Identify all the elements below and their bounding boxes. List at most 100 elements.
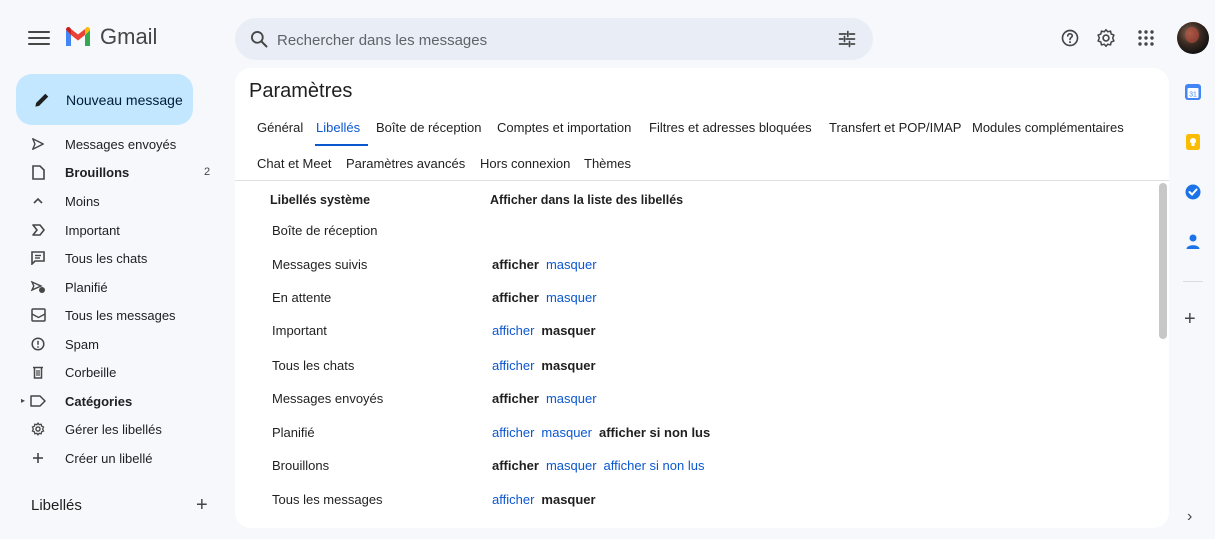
visibility-option-afficher: afficher — [492, 458, 539, 473]
search-input[interactable] — [275, 18, 819, 62]
spam-icon — [30, 336, 46, 352]
settings-tab-5[interactable]: Transfert et POP/IMAP — [829, 120, 961, 135]
keep-icon[interactable] — [1184, 133, 1202, 151]
system-label-name: Messages envoyés — [272, 391, 384, 406]
contacts-icon[interactable] — [1184, 233, 1202, 251]
sidebar-item-10[interactable]: Gérer les libellés — [0, 415, 232, 443]
sidebar-item-label: Spam — [65, 337, 99, 352]
visibility-option-masquer: masquer — [541, 323, 596, 338]
label-visibility-options: afficher masquer — [492, 290, 597, 305]
label-visibility-options: afficher masquer — [492, 358, 596, 373]
apps-grid-icon[interactable] — [1134, 26, 1158, 50]
send-icon — [30, 136, 46, 152]
settings-tab-4[interactable]: Filtres et adresses bloquées — [649, 120, 812, 135]
search-icon[interactable] — [249, 29, 269, 49]
visibility-option-masquer: masquer — [541, 492, 596, 507]
label-visibility-options: afficher masquer — [492, 323, 596, 338]
sidebar-item-0[interactable]: Messages envoyés — [0, 130, 232, 158]
pencil-icon — [35, 93, 49, 107]
settings-tab-1[interactable]: Paramètres avancés — [346, 156, 465, 171]
column-show-in-list: Afficher dans la liste des libellés — [490, 193, 684, 207]
sidebar-item-label: Tous les messages — [65, 308, 176, 323]
sidebar-item-2[interactable]: Moins — [0, 187, 232, 215]
sidebar-item-9[interactable]: ▸ Catégories — [0, 387, 232, 415]
sidebar-item-label: Tous les chats — [65, 251, 148, 266]
add-label-plus-icon[interactable]: + — [196, 494, 208, 517]
rail-divider — [1183, 281, 1203, 282]
gmail-logo[interactable]: Gmail — [64, 24, 157, 50]
svg-text:31: 31 — [1189, 92, 1197, 99]
all-mail-icon — [30, 307, 46, 323]
visibility-option-afficher: afficher — [492, 290, 539, 305]
sidebar-item-3[interactable]: Important — [0, 216, 232, 244]
sidebar-item-label: Planifié — [65, 280, 108, 295]
sidebar-item-label: Créer un libellé — [65, 451, 153, 466]
visibility-option-afficher[interactable]: afficher — [492, 323, 534, 338]
sidebar-item-7[interactable]: Spam — [0, 330, 232, 358]
visibility-option-masquer[interactable]: masquer — [546, 458, 597, 473]
labels-section-title: Libellés — [31, 497, 82, 514]
label-visibility-options: afficher masquer — [492, 391, 597, 406]
visibility-option-masquer[interactable]: masquer — [541, 425, 592, 440]
sidebar-item-label: Moins — [65, 194, 100, 209]
visibility-option-masquer[interactable]: masquer — [546, 290, 597, 305]
compose-button[interactable]: Nouveau message — [16, 74, 193, 125]
sidebar-item-11[interactable]: Créer un libellé — [0, 444, 232, 472]
label-visibility-options: afficher masquer — [492, 492, 596, 507]
sidebar-item-count: 2 — [204, 166, 211, 178]
settings-tab-2[interactable]: Hors connexion — [480, 156, 570, 171]
sidebar-item-8[interactable]: Corbeille — [0, 358, 232, 386]
chevron-up-icon — [30, 193, 46, 209]
trash-icon — [30, 364, 46, 380]
scheduled-send-icon — [30, 279, 46, 295]
app-name: Gmail — [100, 24, 158, 49]
sidebar-item-6[interactable]: Tous les messages — [0, 301, 232, 329]
account-avatar[interactable] — [1177, 22, 1209, 54]
calendar-icon[interactable]: 31 — [1184, 83, 1202, 101]
sidebar-item-1[interactable]: Brouillons 2 — [0, 158, 232, 186]
expand-side-panel-chevron-icon[interactable]: › — [1187, 508, 1192, 526]
settings-tab-2[interactable]: Boîte de réception — [376, 120, 482, 135]
visibility-option-masquer: masquer — [541, 358, 596, 373]
visibility-option-masquer[interactable]: masquer — [546, 257, 597, 272]
label-visibility-options: afficher masquer afficher si non lus — [492, 458, 704, 473]
get-addons-plus-icon[interactable]: + — [1184, 308, 1196, 331]
settings-gear-icon[interactable] — [1094, 26, 1118, 50]
label-visibility-options: afficher masquer — [492, 257, 597, 272]
sidebar-item-label: Brouillons — [65, 165, 130, 180]
search-options-icon[interactable] — [837, 29, 857, 49]
settings-tab-3[interactable]: Thèmes — [584, 156, 631, 171]
column-system-labels: Libellés système — [270, 193, 371, 207]
label-icon — [30, 393, 46, 409]
gear-icon — [30, 421, 46, 437]
sidebar-item-label: Gérer les libellés — [65, 422, 162, 437]
visibility-option-afficher[interactable]: afficher — [492, 425, 534, 440]
sidebar-item-label: Catégories — [65, 394, 133, 409]
sidebar-item-4[interactable]: Tous les chats — [0, 244, 232, 272]
sidebar-item-label: Messages envoyés — [65, 137, 177, 152]
settings-tab-3[interactable]: Comptes et importation — [497, 120, 631, 135]
sidebar-item-label: Important — [65, 223, 120, 238]
visibility-option-afficher[interactable]: afficher — [492, 492, 534, 507]
compose-label: Nouveau message — [66, 91, 183, 108]
visibility-option-masquer[interactable]: masquer — [546, 391, 597, 406]
sidebar-item-label: Corbeille — [65, 365, 117, 380]
main-menu-icon[interactable] — [28, 27, 50, 49]
expand-caret-icon[interactable]: ▸ — [21, 396, 25, 405]
settings-tab-1[interactable]: Libellés — [316, 120, 360, 135]
visibility-option-afficher-si-non-lus[interactable]: afficher si non lus — [604, 458, 705, 473]
draft-icon — [30, 164, 46, 180]
settings-scrollbar[interactable] — [1159, 183, 1167, 339]
settings-panel: Paramètres Général Libellés Boîte de récep… — [235, 68, 1169, 528]
sidebar-item-5[interactable]: Planifié — [0, 273, 232, 301]
visibility-option-afficher[interactable]: afficher — [492, 358, 534, 373]
search-bar[interactable] — [235, 18, 873, 62]
important-icon — [30, 222, 46, 238]
help-icon[interactable] — [1058, 26, 1082, 50]
settings-tab-0[interactable]: Chat et Meet — [257, 156, 331, 171]
visibility-option-afficher: afficher — [492, 257, 539, 272]
tasks-icon[interactable] — [1184, 183, 1202, 201]
settings-tab-0[interactable]: Général — [257, 120, 303, 135]
active-tab-indicator — [315, 144, 368, 146]
settings-tab-6[interactable]: Modules complémentaires — [972, 120, 1124, 135]
